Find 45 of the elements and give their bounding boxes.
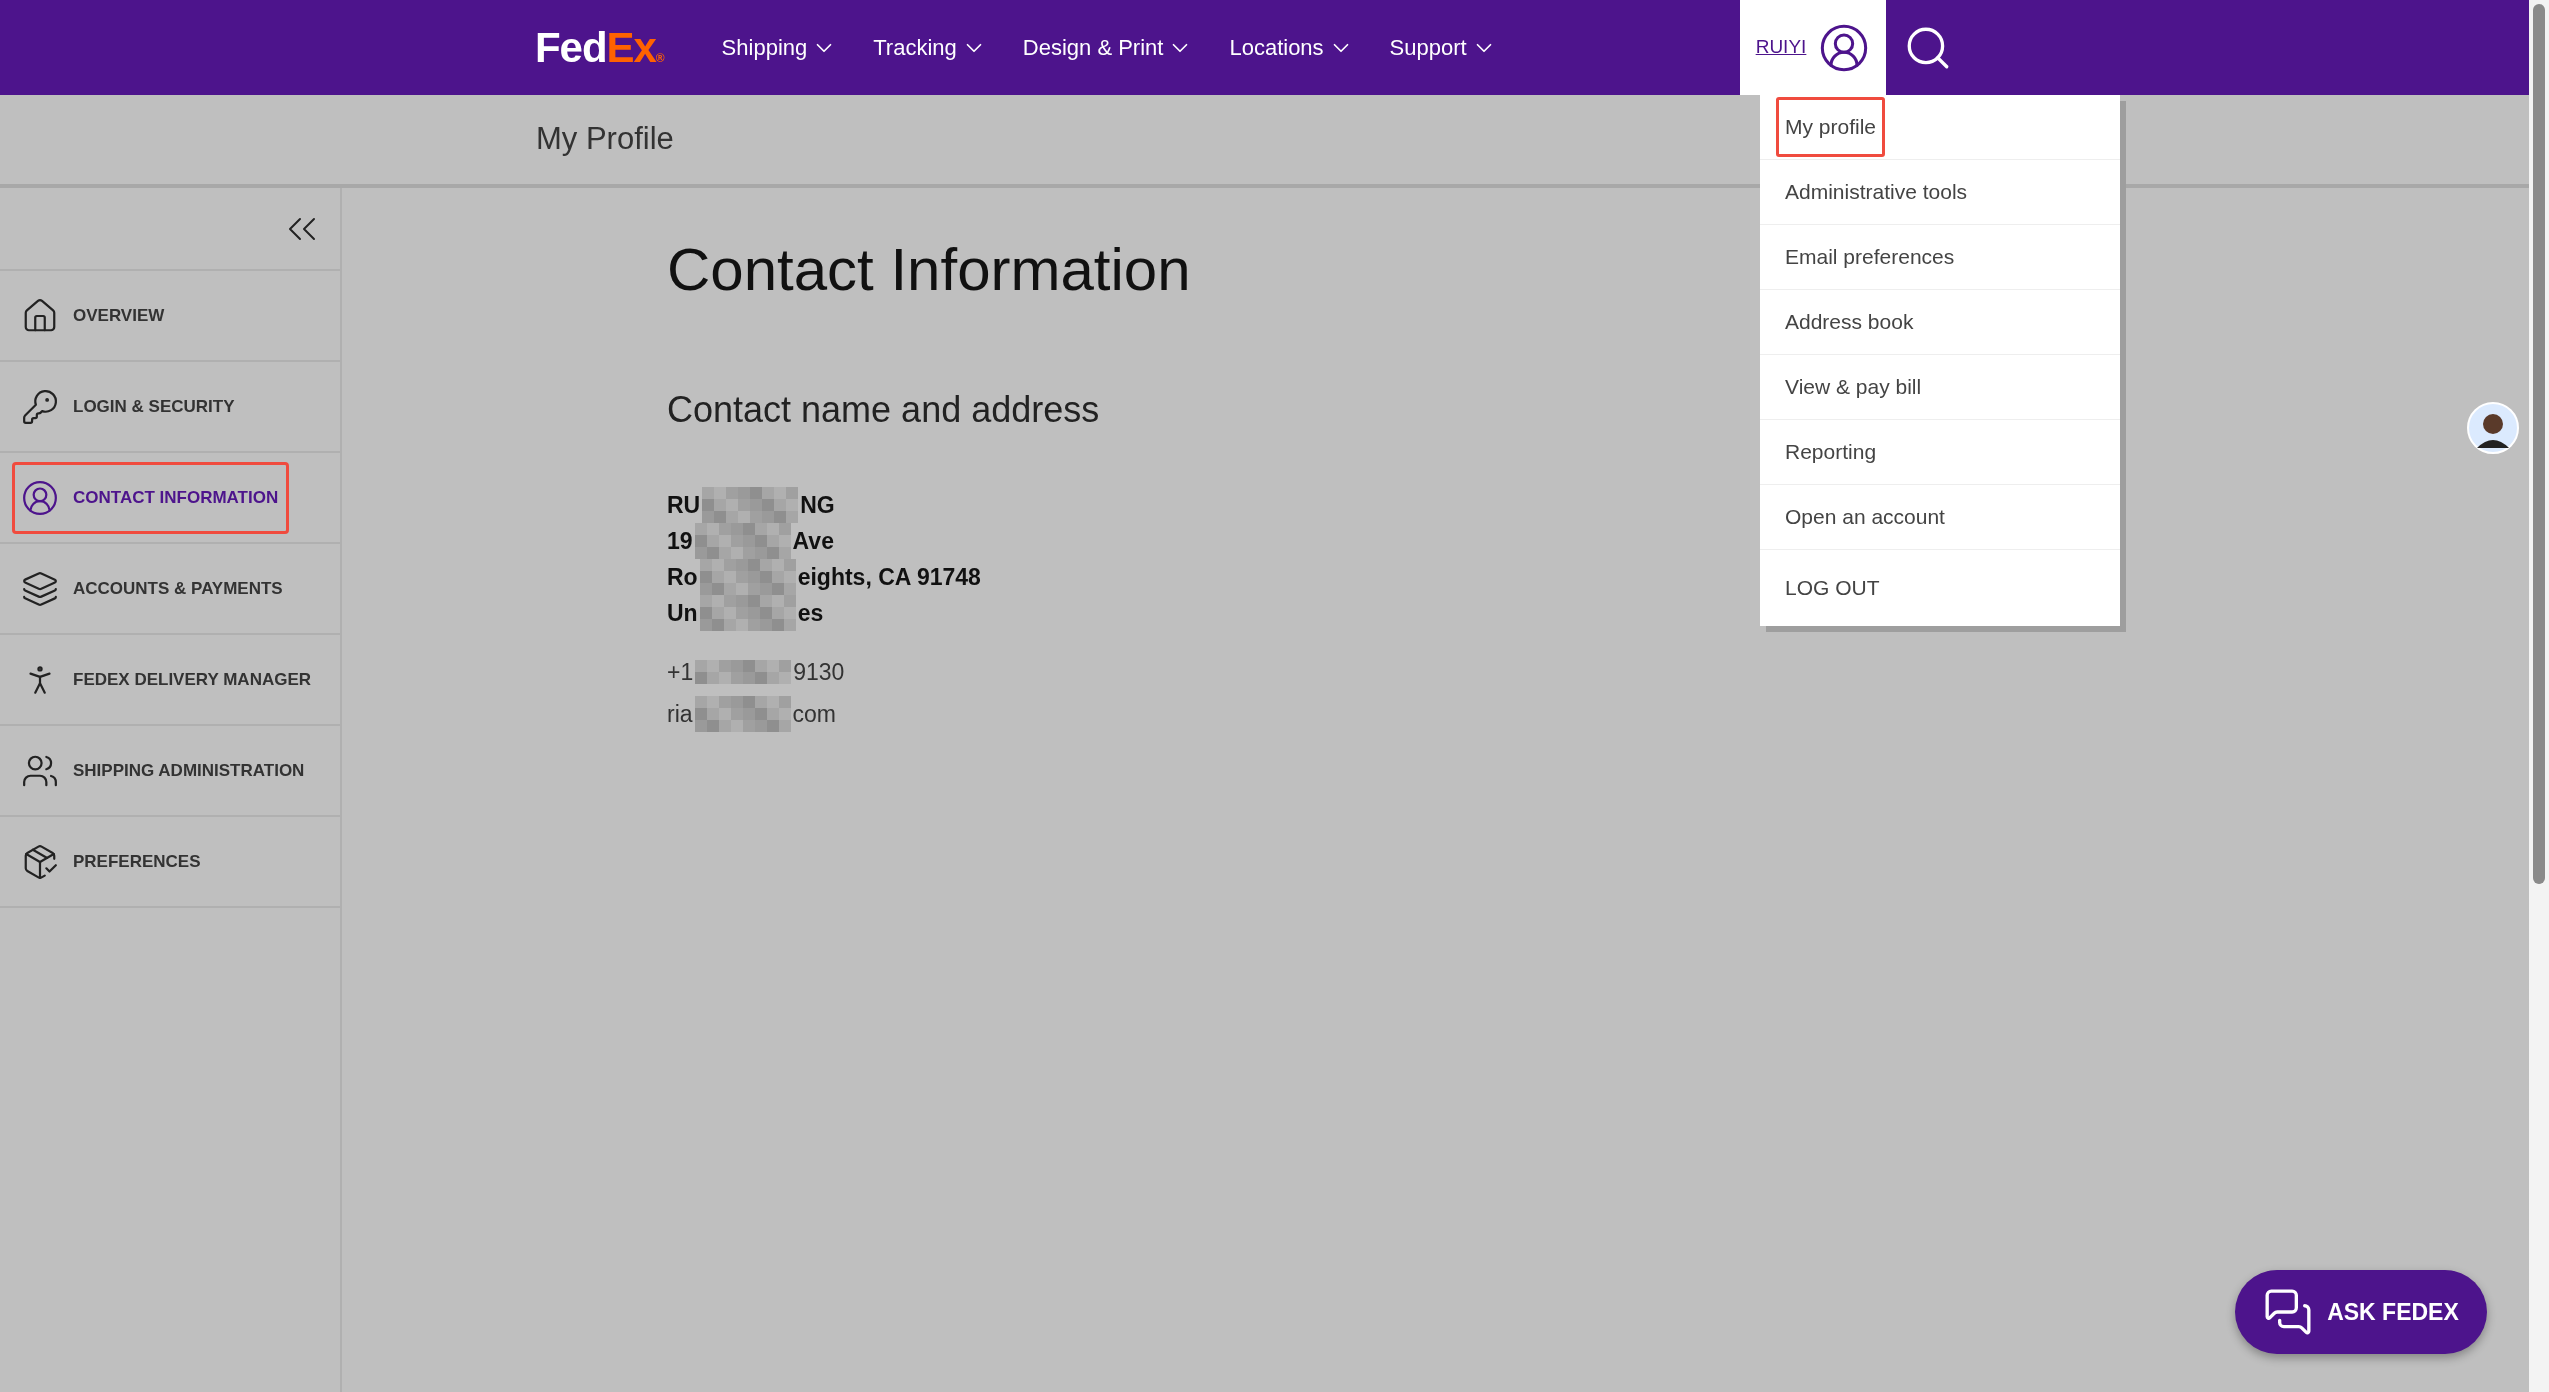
address-text: Ro bbox=[667, 563, 698, 592]
subsection-title: Contact name and address bbox=[667, 388, 1100, 432]
avatar-icon[interactable] bbox=[2467, 402, 2519, 454]
sidebar-item[interactable]: CONTACT INFORMATION bbox=[12, 461, 290, 534]
dropdown-menu-item[interactable]: View & pay bill bbox=[1776, 357, 1931, 417]
nav-menu[interactable]: Shipping bbox=[721, 31, 838, 64]
dropdown-menu-item[interactable]: Address book bbox=[1776, 292, 1923, 352]
ask-fedex-button[interactable]: ASK FEDEX bbox=[2235, 1270, 2487, 1354]
nav-menu[interactable]: Tracking bbox=[873, 31, 987, 64]
phone-text: +1 bbox=[667, 658, 694, 687]
address-text: es bbox=[797, 599, 824, 628]
user-name-link[interactable]: RUIYI bbox=[1755, 33, 1807, 62]
person-circle-icon bbox=[21, 478, 59, 517]
nav-menu[interactable]: Support bbox=[1389, 31, 1497, 64]
address-text: RU bbox=[667, 491, 701, 520]
address-text: NG bbox=[800, 491, 835, 520]
scrollbar[interactable] bbox=[2529, 0, 2549, 1392]
fedex-logo[interactable]: FedEx® bbox=[535, 16, 664, 79]
email-text: ria bbox=[667, 700, 693, 729]
address-text: Un bbox=[667, 599, 698, 628]
dropdown-menu-item[interactable]: Reporting bbox=[1776, 422, 1886, 482]
nav-menu[interactable]: Design & Print bbox=[1022, 31, 1194, 64]
sidebar-item[interactable]: OVERVIEW bbox=[12, 279, 176, 352]
page-title: My Profile bbox=[536, 120, 674, 159]
sidebar-item[interactable]: PREFERENCES bbox=[12, 825, 212, 898]
dropdown-menu-item[interactable]: Open an account bbox=[1776, 487, 1954, 547]
nav-menu[interactable]: Locations bbox=[1229, 31, 1354, 64]
address-text: eights, CA 91748 bbox=[797, 563, 981, 592]
dropdown-menu-item[interactable]: My profile bbox=[1776, 97, 1886, 157]
dropdown-menu-item[interactable]: Administrative tools bbox=[1776, 162, 1977, 222]
layers-icon bbox=[21, 569, 59, 608]
sidebar-item[interactable]: SHIPPING ADMINISTRATION bbox=[12, 734, 316, 807]
scrollbar-thumb[interactable] bbox=[2533, 4, 2545, 884]
address-text: 19 bbox=[667, 527, 693, 556]
phone-text: 9130 bbox=[793, 658, 845, 687]
sidebar-item[interactable]: FEDEX DELIVERY MANAGER bbox=[12, 643, 323, 716]
address-text: Ave bbox=[792, 527, 834, 556]
section-title: Contact Information bbox=[667, 235, 1191, 305]
dropdown-menu-item[interactable]: LOG OUT bbox=[1776, 558, 1889, 618]
key-icon bbox=[21, 387, 59, 426]
dropdown-menu-item[interactable]: Email preferences bbox=[1776, 227, 1964, 287]
email-text: com bbox=[792, 700, 836, 729]
user-menu-toggle[interactable]: RUIYI bbox=[1740, 0, 1886, 95]
sidebar-item[interactable]: ACCOUNTS & PAYMENTS bbox=[12, 552, 294, 625]
sidebar-item[interactable]: LOGIN & SECURITY bbox=[12, 370, 246, 443]
